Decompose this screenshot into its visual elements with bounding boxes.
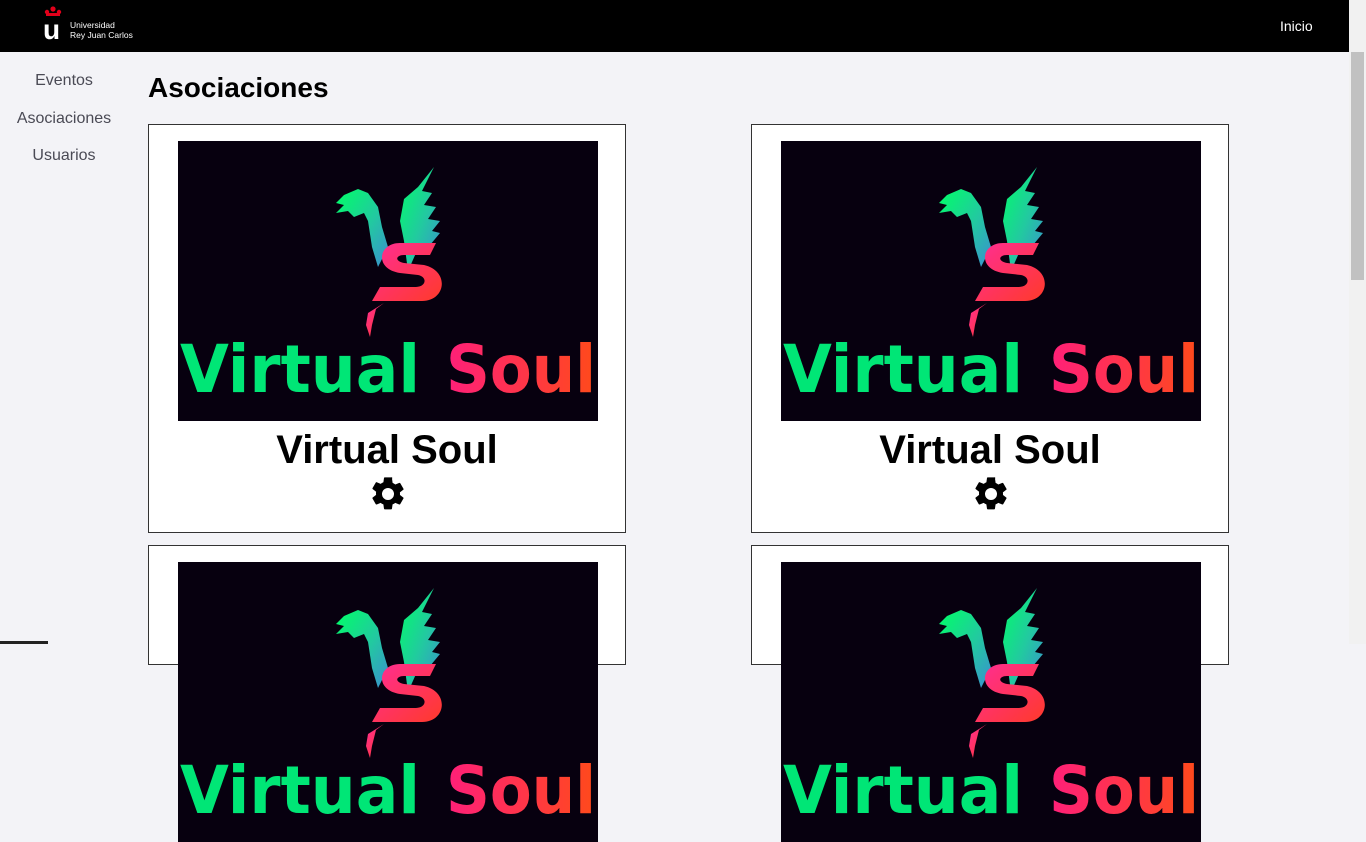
logo-word-virtual: Virtual xyxy=(783,331,1023,408)
virtual-soul-logo: Virtual Soul xyxy=(783,167,1199,408)
gear-icon[interactable] xyxy=(971,474,1011,514)
association-card[interactable]: Virtual Soul xyxy=(148,545,626,842)
sidebar-item-usuarios[interactable]: Usuarios xyxy=(0,147,128,165)
sidebar-item-eventos[interactable]: Eventos xyxy=(0,72,128,90)
logo-word-virtual: Virtual xyxy=(180,331,420,408)
logo-line-1: Universidad xyxy=(70,20,115,30)
association-logo: Virtual Soul xyxy=(178,141,598,421)
virtual-soul-logo: Virtual Soul xyxy=(180,588,596,829)
logo-word-soul: Soul xyxy=(446,752,596,829)
logo-line-2: Rey Juan Carlos xyxy=(70,30,133,40)
logo-word-soul: Soul xyxy=(1049,752,1199,829)
logo-word-soul: Soul xyxy=(446,331,596,408)
association-card[interactable]: Virtual Soul xyxy=(751,545,1229,842)
logo-letter: u xyxy=(43,14,61,45)
association-logo: Virtual Soul xyxy=(781,562,1201,842)
logo-word-virtual: Virtual xyxy=(783,752,1023,829)
top-navbar: u Universidad Rey Juan Carlos Inicio xyxy=(0,0,1349,52)
logo-word-virtual: Virtual xyxy=(180,752,420,829)
nav-inicio-link[interactable]: Inicio xyxy=(1280,18,1313,34)
page-title: Asociaciones xyxy=(148,72,329,103)
university-logo[interactable]: u Universidad Rey Juan Carlos xyxy=(43,6,143,44)
association-name: Virtual Soul xyxy=(879,428,1101,472)
association-card[interactable]: Virtual Soul Virtual Soul xyxy=(751,124,1229,533)
association-logo: Virtual Soul xyxy=(781,141,1201,421)
scrollbar-thumb[interactable] xyxy=(1351,52,1364,280)
gear-icon[interactable] xyxy=(368,474,408,514)
association-logo: Virtual Soul xyxy=(178,562,598,842)
logo-word-soul: Soul xyxy=(1049,331,1199,408)
virtual-soul-logo: Virtual Soul xyxy=(180,167,596,408)
association-card[interactable]: Virtual Soul Virtual Soul xyxy=(148,124,626,533)
virtual-soul-logo: Virtual Soul xyxy=(783,588,1199,829)
association-name: Virtual Soul xyxy=(276,428,498,472)
sidebar-item-asociaciones[interactable]: Asociaciones xyxy=(0,110,128,128)
logo-text: Universidad Rey Juan Carlos xyxy=(70,20,133,40)
